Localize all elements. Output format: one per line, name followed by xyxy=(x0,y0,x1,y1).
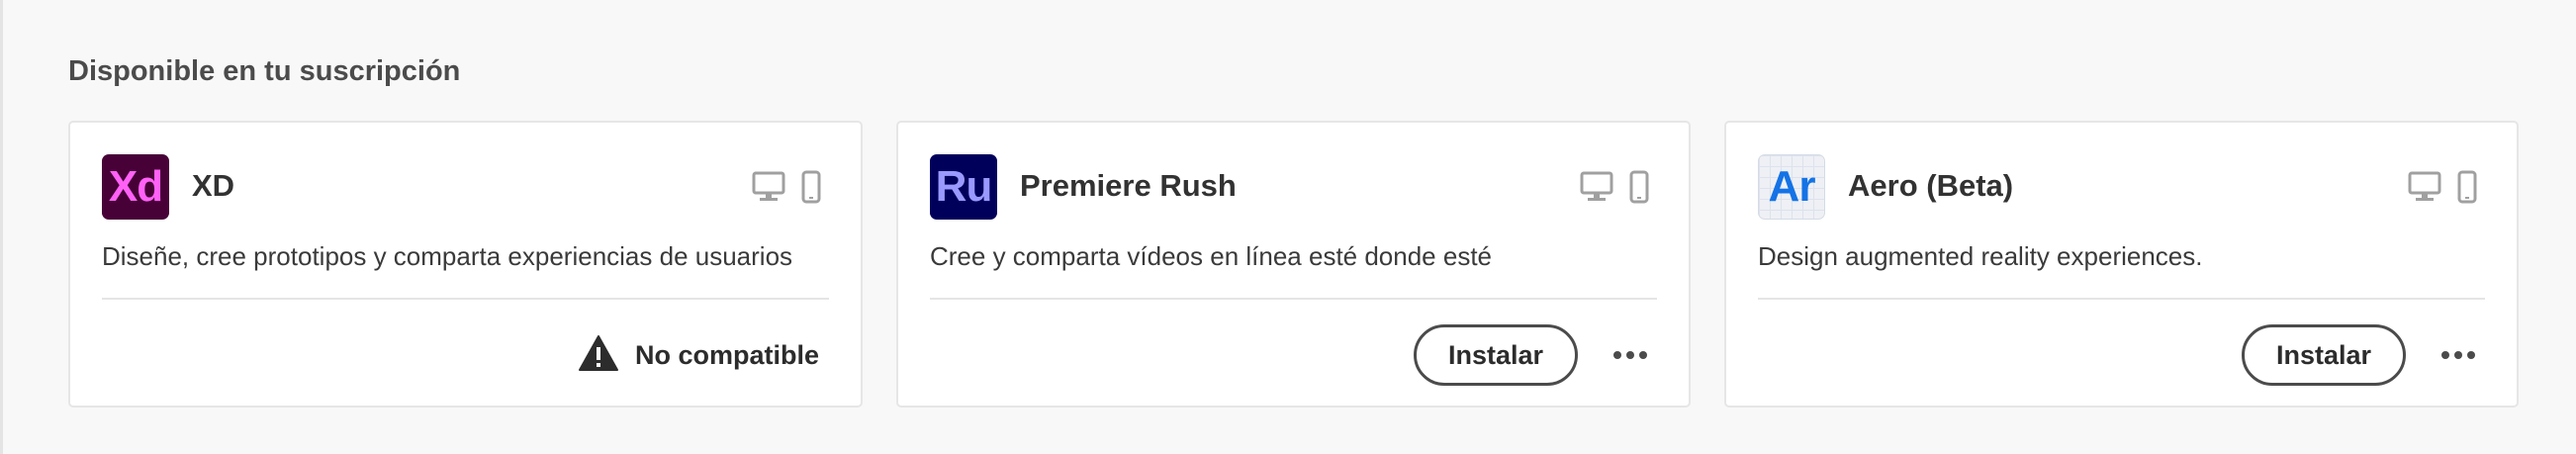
card-footer: Instalar xyxy=(1413,323,1651,387)
warning-icon xyxy=(578,334,619,377)
divider xyxy=(102,298,829,300)
app-name: XD xyxy=(192,168,235,203)
card-footer: No compatible xyxy=(578,323,823,387)
left-border xyxy=(0,0,3,454)
app-description: Design augmented reality experiences. xyxy=(1758,241,2203,271)
app-cards: Xd XD Diseñe, cree prototipos y comparta… xyxy=(68,121,2519,408)
divider xyxy=(930,298,1657,300)
card-footer: Instalar xyxy=(2241,323,2479,387)
app-card-xd: Xd XD Diseñe, cree prototipos y comparta… xyxy=(68,121,863,408)
mobile-icon xyxy=(801,170,821,209)
more-options-icon[interactable] xyxy=(1610,347,1651,363)
platform-icons xyxy=(1580,170,1649,209)
desktop-icon xyxy=(2408,171,2441,208)
app-description: Cree y comparta vídeos en línea esté don… xyxy=(930,241,1493,271)
install-button[interactable]: Instalar xyxy=(1413,324,1578,386)
not-compatible-status: No compatible xyxy=(578,334,819,377)
page: Disponible en tu suscripción Xd XD Diseñ… xyxy=(0,0,2576,454)
app-name: Aero (Beta) xyxy=(1848,168,2014,203)
not-compatible-label: No compatible xyxy=(634,339,819,370)
divider xyxy=(1758,298,2485,300)
app-description: Diseñe, cree prototipos y comparta exper… xyxy=(102,241,793,271)
install-button[interactable]: Instalar xyxy=(2241,324,2406,386)
aero-app-icon: Ar xyxy=(1758,154,1825,220)
app-name: Premiere Rush xyxy=(1020,168,1237,203)
section-title: Disponible en tu suscripción xyxy=(68,55,461,87)
app-card-aero: Ar Aero (Beta) Design augmented reality … xyxy=(1724,121,2519,408)
xd-app-icon: Xd xyxy=(102,154,169,220)
mobile-icon xyxy=(1629,170,1649,209)
desktop-icon xyxy=(752,171,785,208)
platform-icons xyxy=(752,170,821,209)
mobile-icon xyxy=(2457,170,2477,209)
desktop-icon xyxy=(1580,171,1613,208)
app-card-premiere-rush: Ru Premiere Rush Cree y comparta vídeos … xyxy=(896,121,1691,408)
premiere-rush-app-icon: Ru xyxy=(930,154,997,220)
platform-icons xyxy=(2408,170,2477,209)
more-options-icon[interactable] xyxy=(2438,347,2479,363)
